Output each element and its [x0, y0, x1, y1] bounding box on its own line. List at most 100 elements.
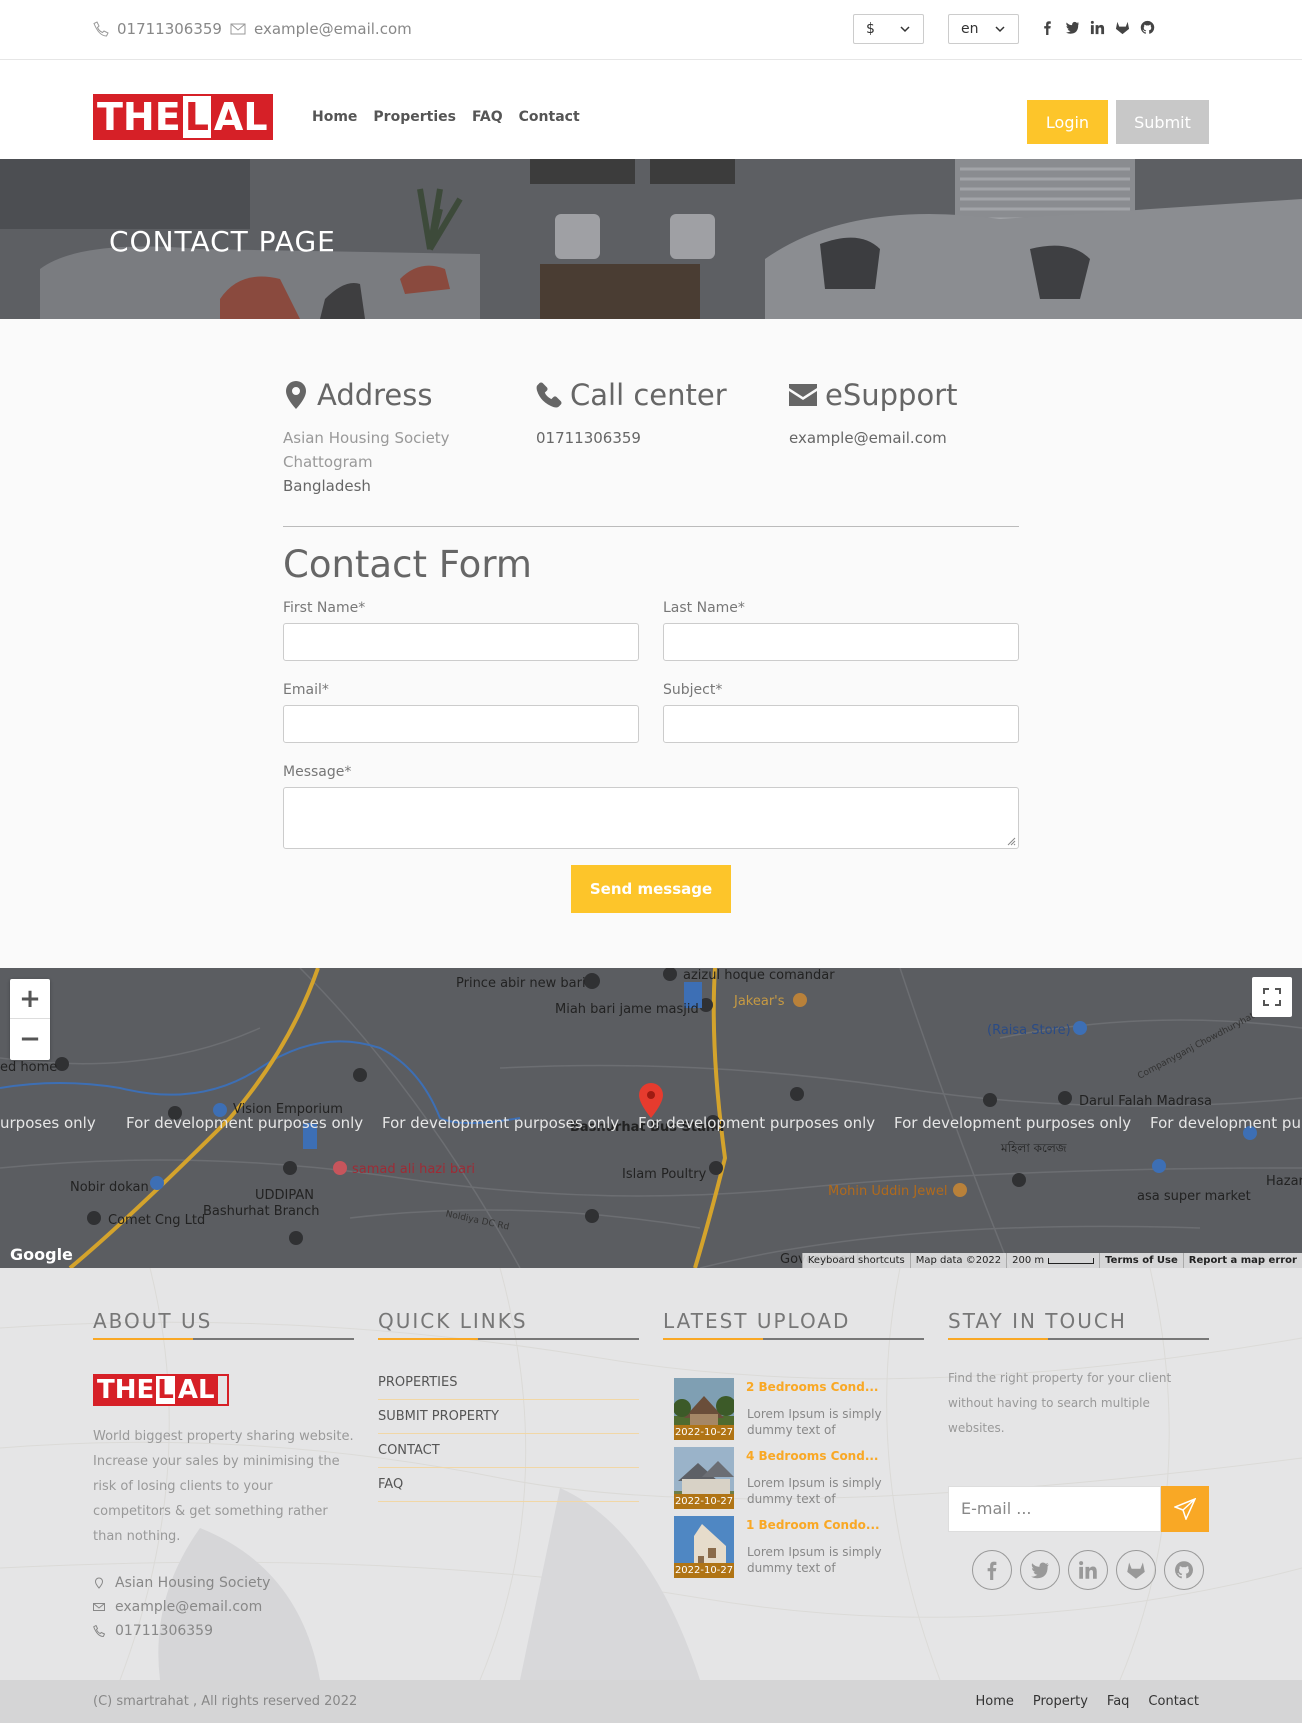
footer-address: Asian Housing Society	[93, 1571, 354, 1595]
page-banner: CONTACT PAGE	[0, 159, 1302, 319]
message-textarea[interactable]	[283, 787, 1019, 849]
map-attribution: Keyboard shortcuts Map data ©2022 200 m …	[801, 1253, 1302, 1268]
subject-input[interactable]	[663, 705, 1019, 743]
footer-about: ABOUT US THE L AL World biggest property…	[93, 1309, 354, 1643]
currency-select[interactable]: $	[853, 14, 924, 44]
main-nav: Home Properties FAQ Contact	[312, 109, 580, 125]
message-label: Message*	[283, 764, 352, 780]
footer-facebook[interactable]	[972, 1550, 1012, 1590]
resize-handle-icon[interactable]	[1006, 836, 1016, 846]
site-logo[interactable]: THE L AL	[93, 94, 273, 140]
latest-item-desc: Lorem Ipsum is simply dummy text of	[747, 1407, 882, 1437]
chevron-down-icon	[995, 26, 1005, 33]
google-logo: Google	[10, 1245, 73, 1264]
property-thumbnail[interactable]: 2022-10-27	[674, 1378, 734, 1440]
bottom-link-contact[interactable]: Contact	[1148, 1694, 1199, 1709]
submit-button[interactable]: Submit	[1116, 100, 1209, 144]
footer-stay-in-touch: STAY IN TOUCH Find the right property fo…	[948, 1309, 1209, 1639]
location-map[interactable]: Prince abir new bari azizul hoque comand…	[0, 968, 1302, 1268]
paper-plane-icon	[1174, 1498, 1196, 1520]
map-scale: 200 m	[1006, 1253, 1099, 1268]
latest-item[interactable]: 2022-10-27 1 Bedroom Condo... Lorem Ipsu…	[674, 1516, 914, 1580]
nav-faq[interactable]: FAQ	[472, 109, 503, 125]
footer-phone[interactable]: 01711306359	[93, 1619, 354, 1643]
property-thumbnail[interactable]: 2022-10-27	[674, 1516, 734, 1578]
keyboard-shortcuts-link[interactable]: Keyboard shortcuts	[801, 1253, 910, 1268]
twitter-icon[interactable]	[1065, 20, 1080, 35]
latest-item-title[interactable]: 1 Bedroom Condo...	[746, 1518, 880, 1532]
latest-item-title[interactable]: 4 Bedrooms Cond...	[746, 1449, 879, 1463]
latest-upload-heading: LATEST UPLOAD	[663, 1309, 924, 1340]
github-icon	[1175, 1561, 1193, 1579]
subject-label: Subject*	[663, 682, 723, 698]
about-heading: ABOUT US	[93, 1309, 354, 1340]
zoom-in-button[interactable]: +	[10, 979, 50, 1019]
upload-date: 2022-10-27	[674, 1563, 734, 1578]
last-name-input[interactable]	[663, 623, 1019, 661]
newsletter-email-input[interactable]: E-mail ...	[948, 1486, 1161, 1532]
section-divider	[283, 526, 1019, 527]
map-data-text: Map data ©2022	[909, 1253, 1006, 1268]
latest-item[interactable]: 2022-10-27 2 Bedrooms Cond... Lorem Ipsu…	[674, 1378, 914, 1442]
bottom-link-faq[interactable]: Faq	[1107, 1694, 1130, 1709]
esupport-email[interactable]: example@email.com	[789, 426, 957, 450]
first-name-input[interactable]	[283, 623, 639, 661]
quick-link-properties[interactable]: PROPERTIES	[378, 1366, 639, 1400]
gitlab-icon[interactable]	[1115, 20, 1130, 35]
linkedin-icon	[1079, 1561, 1097, 1579]
footer-github[interactable]	[1164, 1550, 1204, 1590]
latest-item[interactable]: 2022-10-27 4 Bedrooms Cond... Lorem Ipsu…	[674, 1447, 914, 1511]
upload-date: 2022-10-27	[674, 1494, 734, 1509]
bottom-bar: (C) smartrahat , All rights reserved 202…	[0, 1680, 1302, 1723]
top-social-links	[1040, 20, 1155, 35]
bottom-link-property[interactable]: Property	[1033, 1694, 1088, 1709]
fullscreen-icon	[1263, 988, 1281, 1006]
site-footer: ABOUT US THE L AL World biggest property…	[0, 1268, 1302, 1680]
footer-twitter[interactable]	[1020, 1550, 1060, 1590]
phone-icon	[536, 382, 562, 408]
footer-gitlab[interactable]	[1116, 1550, 1156, 1590]
nav-home[interactable]: Home	[312, 109, 357, 125]
quick-link-submit-property[interactable]: SUBMIT PROPERTY	[378, 1400, 639, 1434]
footer-email[interactable]: example@email.com	[93, 1595, 354, 1619]
top-bar: 01711306359 example@email.com $ en	[0, 0, 1302, 60]
quick-link-faq[interactable]: FAQ	[378, 1468, 639, 1502]
call-center-phone[interactable]: 01711306359	[536, 426, 727, 450]
address-line-3: Bangladesh	[283, 477, 371, 495]
quick-link-contact[interactable]: CONTACT	[378, 1434, 639, 1468]
address-line-1: Asian Housing Society	[283, 429, 450, 447]
email-input[interactable]	[283, 705, 639, 743]
nav-properties[interactable]: Properties	[373, 109, 456, 125]
footer-linkedin[interactable]	[1068, 1550, 1108, 1590]
envelope-icon	[93, 1603, 105, 1611]
top-phone[interactable]: 01711306359	[93, 20, 222, 38]
contact-form-title: Contact Form	[283, 543, 532, 586]
top-email[interactable]: example@email.com	[230, 20, 412, 38]
nav-contact[interactable]: Contact	[519, 109, 580, 125]
send-message-button[interactable]: Send message	[571, 865, 731, 913]
quick-links-heading: QUICK LINKS	[378, 1309, 639, 1340]
top-email-text: example@email.com	[254, 20, 412, 38]
login-button[interactable]: Login	[1027, 100, 1108, 144]
linkedin-icon[interactable]	[1090, 20, 1105, 35]
language-value: en	[961, 21, 979, 37]
github-icon[interactable]	[1140, 20, 1155, 35]
map-marker-icon	[94, 1577, 104, 1589]
latest-item-title[interactable]: 2 Bedrooms Cond...	[746, 1380, 879, 1394]
facebook-icon[interactable]	[1040, 20, 1055, 35]
footer-logo[interactable]: THE L AL	[93, 1374, 229, 1406]
gitlab-icon	[1127, 1562, 1145, 1579]
first-name-label: First Name*	[283, 600, 366, 616]
stay-in-touch-heading: STAY IN TOUCH	[948, 1309, 1209, 1340]
phone-icon	[93, 1625, 105, 1637]
property-thumbnail[interactable]: 2022-10-27	[674, 1447, 734, 1509]
bottom-link-home[interactable]: Home	[976, 1694, 1014, 1709]
upload-date: 2022-10-27	[674, 1425, 734, 1440]
language-select[interactable]: en	[948, 14, 1019, 44]
zoom-out-button[interactable]: −	[10, 1019, 50, 1059]
report-error-link[interactable]: Report a map error	[1182, 1253, 1302, 1268]
fullscreen-button[interactable]	[1252, 977, 1292, 1017]
email-label: Email*	[283, 682, 329, 698]
terms-link[interactable]: Terms of Use	[1099, 1253, 1183, 1268]
newsletter-send-button[interactable]	[1161, 1486, 1209, 1532]
